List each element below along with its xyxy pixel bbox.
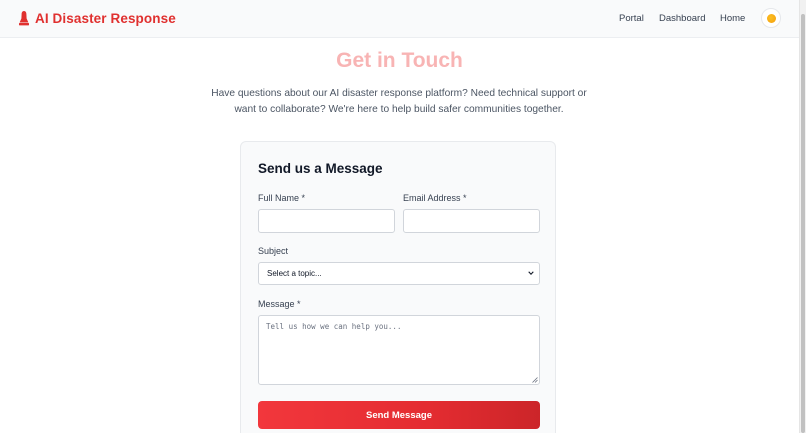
sun-icon — [766, 13, 776, 23]
email-label: Email Address * — [403, 193, 467, 203]
email-input[interactable] — [403, 209, 540, 233]
contact-form-card: Send us a Message Full Name * Email Addr… — [240, 141, 556, 433]
scrollbar-thumb[interactable] — [801, 14, 805, 433]
subject-label: Subject — [258, 246, 289, 256]
alert-bell-icon — [19, 11, 29, 26]
message-textarea[interactable] — [258, 315, 540, 385]
send-message-button[interactable]: Send Message — [258, 401, 540, 429]
nav-link-home[interactable]: Home — [720, 13, 745, 24]
page-title: Get in Touch — [336, 49, 463, 72]
brand-logo-link[interactable]: AI Disaster Response — [18, 10, 176, 26]
top-navbar: AI Disaster Response Portal Dashboard Ho… — [0, 0, 799, 38]
full-name-label: Full Name * — [258, 193, 306, 203]
page-subtitle: Have questions about our AI disaster res… — [211, 88, 587, 115]
form-heading: Send us a Message — [258, 161, 383, 176]
resize-grip-icon[interactable] — [532, 377, 538, 383]
chevron-down-icon — [528, 271, 534, 275]
page-scrollbar[interactable] — [799, 0, 806, 433]
full-name-input[interactable] — [258, 209, 395, 233]
message-label: Message * — [258, 299, 301, 309]
subject-select[interactable]: Select a topic... — [258, 262, 540, 285]
brand-name: AI Disaster Response — [35, 10, 176, 26]
subject-selected-value: Select a topic... — [267, 269, 322, 278]
nav-link-dashboard[interactable]: Dashboard — [659, 13, 705, 24]
nav-link-portal[interactable]: Portal — [619, 13, 644, 24]
theme-toggle-button[interactable] — [761, 8, 781, 28]
